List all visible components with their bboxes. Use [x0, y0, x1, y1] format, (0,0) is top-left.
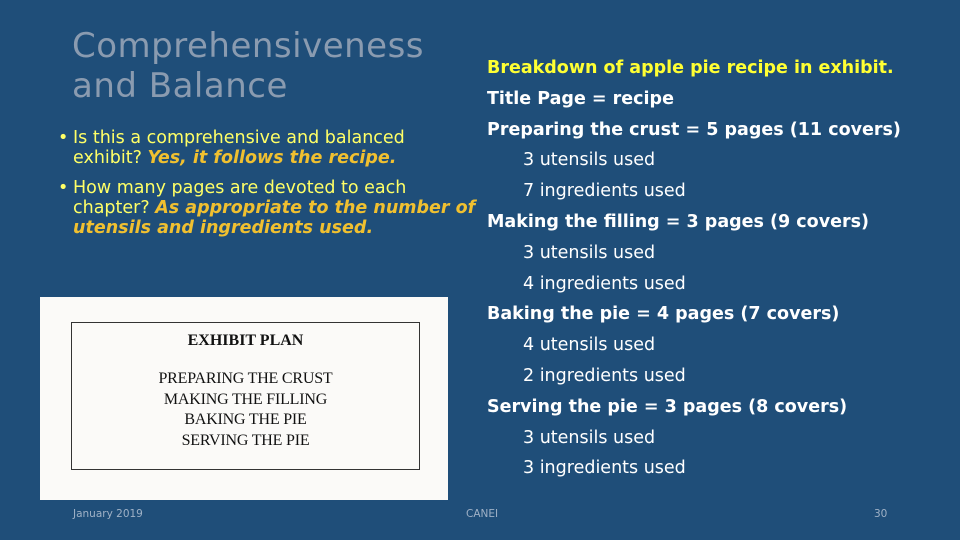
- exhibit-plan-item: BAKING THE PIE: [184, 411, 307, 428]
- breakdown-utensils: 3 utensils used: [523, 150, 656, 171]
- breakdown-utensils: 3 utensils used: [523, 427, 656, 448]
- bullet-item: Is this a comprehensive and balanced exh…: [58, 128, 478, 168]
- exhibit-plan-item: SERVING THE PIE: [181, 431, 310, 449]
- exhibit-plan-item: PREPARING THE CRUST: [158, 370, 333, 387]
- breakdown-section-label: Serving the pie = 3 pages (8 covers): [487, 396, 848, 417]
- breakdown-section-label: Baking the pie = 4 pages (7 covers): [487, 304, 840, 325]
- bullet-list: Is this a comprehensive and balanced exh…: [58, 128, 478, 248]
- slide-number: 30: [874, 508, 888, 520]
- breakdown-ingredients: 4 ingredients used: [523, 273, 686, 294]
- exhibit-plan-items: PREPARING THE CRUST MAKING THE FILLING B…: [72, 369, 419, 451]
- breakdown-ingredients: 3 ingredients used: [523, 458, 686, 479]
- breakdown-title-page: Title Page = recipe: [487, 88, 674, 109]
- footer-date: January 2019: [73, 508, 143, 520]
- slide-title: Comprehensiveness and Balance: [72, 26, 425, 106]
- exhibit-plan-box: EXHIBIT PLAN PREPARING THE CRUST MAKING …: [71, 322, 420, 470]
- footer-organization: CANEI: [466, 508, 499, 520]
- breakdown-heading: Breakdown of apple pie recipe in exhibit…: [487, 58, 894, 78]
- breakdown-utensils: 3 utensils used: [523, 242, 656, 263]
- recipe-breakdown: Breakdown of apple pie recipe in exhibit…: [487, 53, 927, 484]
- exhibit-plan-image: EXHIBIT PLAN PREPARING THE CRUST MAKING …: [40, 297, 448, 500]
- breakdown-ingredients: 2 ingredients used: [523, 365, 686, 386]
- bullet-answer: Yes, it follows the recipe.: [147, 148, 397, 168]
- exhibit-plan-title: EXHIBIT PLAN: [187, 332, 304, 349]
- bullet-item: How many pages are devoted to each chapt…: [58, 178, 478, 238]
- exhibit-plan-item: MAKING THE FILLING: [163, 390, 328, 408]
- breakdown-utensils: 4 utensils used: [523, 335, 656, 356]
- breakdown-ingredients: 7 ingredients used: [523, 181, 686, 202]
- breakdown-section-label: Making the filling = 3 pages (9 covers): [487, 211, 870, 232]
- breakdown-section-label: Preparing the crust = 5 pages (11 covers…: [487, 119, 901, 140]
- slide: Comprehensiveness and Balance Is this a …: [0, 0, 960, 540]
